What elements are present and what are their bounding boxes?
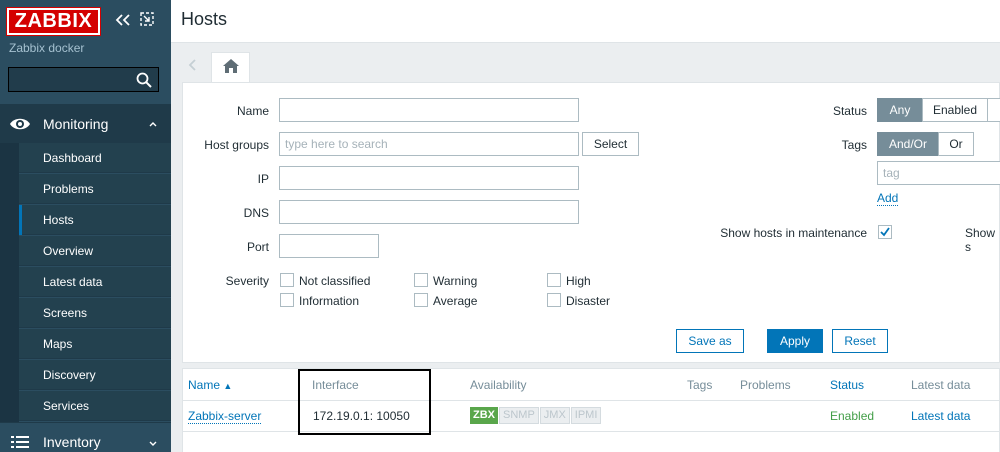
column-header-latest-data: Latest data (911, 378, 971, 392)
dns-field[interactable] (279, 200, 579, 224)
host-groups-field[interactable] (279, 132, 579, 156)
name-field[interactable] (279, 98, 579, 122)
sidebar-item-problems[interactable]: Problems (19, 174, 171, 204)
name-input[interactable] (280, 99, 578, 121)
chevron-down-icon (148, 438, 158, 448)
name-label: Name (236, 104, 269, 118)
kiosk-mode-icon[interactable] (140, 12, 154, 26)
home-icon (223, 59, 239, 73)
port-label: Port (246, 240, 269, 254)
sidebar-item-maps[interactable]: Maps (19, 329, 171, 359)
chevron-up-icon (148, 118, 158, 128)
highlight-annotation-box (298, 369, 431, 435)
ip-field[interactable] (279, 166, 579, 190)
page-header: Hosts (171, 0, 1000, 43)
column-name-label: Name (188, 378, 221, 392)
badge-jmx: JMX (539, 407, 570, 424)
host-groups-input[interactable] (280, 133, 578, 155)
column-header-problems: Problems (740, 378, 791, 392)
sidebar-item-hosts[interactable]: Hosts (19, 205, 171, 235)
sidebar-item-screens[interactable]: Screens (19, 298, 171, 328)
add-tag-link[interactable]: Add (877, 191, 899, 206)
sidebar-item-services[interactable]: Services (19, 391, 171, 421)
ip-label: IP (257, 172, 269, 186)
server-name: Zabbix docker (9, 41, 85, 55)
checkbox-information[interactable] (280, 293, 294, 307)
host-status-toggle[interactable]: Enabled (830, 409, 874, 423)
filter-panel: Name Host groups Select IP DNS Port Seve… (182, 82, 1000, 363)
status-label: Status (832, 104, 867, 118)
badge-ipmi: IPMI (570, 407, 602, 424)
zabbix-logo[interactable]: ZABBIX (6, 7, 101, 36)
sidebar-item-discovery[interactable]: Discovery (19, 360, 171, 390)
host-groups-label: Host groups (204, 138, 269, 152)
status-enabled-option[interactable]: Enabled (922, 98, 988, 122)
sidebar-item-latest-data[interactable]: Latest data (19, 267, 171, 297)
tag-field[interactable] (877, 161, 1000, 185)
sidebar-item-overview[interactable]: Overview (19, 236, 171, 266)
severity-high-label: High (566, 274, 591, 288)
tab-home[interactable] (211, 52, 250, 83)
apply-button[interactable]: Apply (767, 329, 823, 353)
column-header-status[interactable]: Status (830, 378, 864, 392)
column-header-tags: Tags (687, 378, 713, 392)
main-content: Hosts Name Host groups Select IP DNS (171, 0, 1000, 452)
page-title: Hosts (181, 9, 228, 29)
severity-disaster-label: Disaster (566, 294, 611, 308)
checkbox-show-maintenance[interactable] (878, 225, 892, 239)
tags-andor-option[interactable]: And/Or (877, 132, 939, 156)
badge-snmp: SNMP (499, 407, 539, 424)
ip-input[interactable] (280, 167, 578, 189)
sidebar-search[interactable] (8, 67, 159, 92)
menu-inventory-label: Inventory (43, 434, 101, 450)
severity-label: Severity (225, 274, 269, 288)
tag-input[interactable] (878, 162, 1000, 184)
show-maintenance-label: Show hosts in maintenance (720, 226, 867, 240)
severity-not-classified-label: Not classified (299, 274, 371, 288)
checkbox-average[interactable] (414, 293, 428, 307)
menu-inventory[interactable]: Inventory (0, 422, 171, 452)
column-header-availability: Availability (470, 378, 527, 392)
checkbox-warning[interactable] (414, 273, 428, 287)
search-icon[interactable] (136, 72, 152, 88)
status-disabled-option[interactable] (987, 98, 1000, 122)
select-button[interactable]: Select (582, 132, 639, 156)
sidebar: ZABBIX Zabbix docker Monitoring Dashboar… (0, 0, 171, 452)
checkbox-not-classified[interactable] (280, 273, 294, 287)
severity-average-label: Average (433, 294, 478, 308)
severity-warning-label: Warning (433, 274, 478, 288)
column-header-name[interactable]: Name ▲ (188, 378, 232, 392)
availability-badges: ZBX SNMP JMX IPMI (470, 407, 602, 424)
collapse-sidebar-icon[interactable] (114, 12, 132, 28)
sidebar-search-input[interactable] (9, 68, 129, 91)
submenu-rail (0, 143, 19, 422)
reset-button[interactable]: Reset (832, 329, 888, 353)
checkbox-high[interactable] (547, 273, 561, 287)
chevron-left-icon[interactable] (187, 58, 199, 72)
severity-information-label: Information (299, 294, 360, 308)
menu-monitoring-label: Monitoring (43, 116, 109, 132)
host-name-link[interactable]: Zabbix-server (188, 409, 262, 424)
filter-tabs (182, 52, 1000, 83)
status-any-option[interactable]: Any (877, 98, 923, 122)
tags-label: Tags (841, 138, 867, 152)
dns-input[interactable] (280, 201, 578, 223)
checkbox-disaster[interactable] (547, 293, 561, 307)
show-suppressed-label: Show s (965, 226, 996, 254)
menu-monitoring[interactable]: Monitoring (0, 105, 171, 143)
checkmark-icon (880, 227, 890, 237)
sidebar-item-dashboard[interactable]: Dashboard (19, 143, 171, 173)
port-input[interactable] (280, 235, 378, 257)
badge-zbx: ZBX (470, 407, 498, 424)
eye-icon (9, 116, 31, 132)
tags-or-option[interactable]: Or (938, 132, 974, 156)
latest-data-link[interactable]: Latest data (911, 409, 970, 423)
dns-label: DNS (243, 206, 269, 220)
sort-ascending-icon: ▲ (223, 381, 233, 391)
save-as-button[interactable]: Save as (676, 329, 744, 353)
list-icon (11, 435, 29, 449)
port-field[interactable] (279, 234, 379, 258)
